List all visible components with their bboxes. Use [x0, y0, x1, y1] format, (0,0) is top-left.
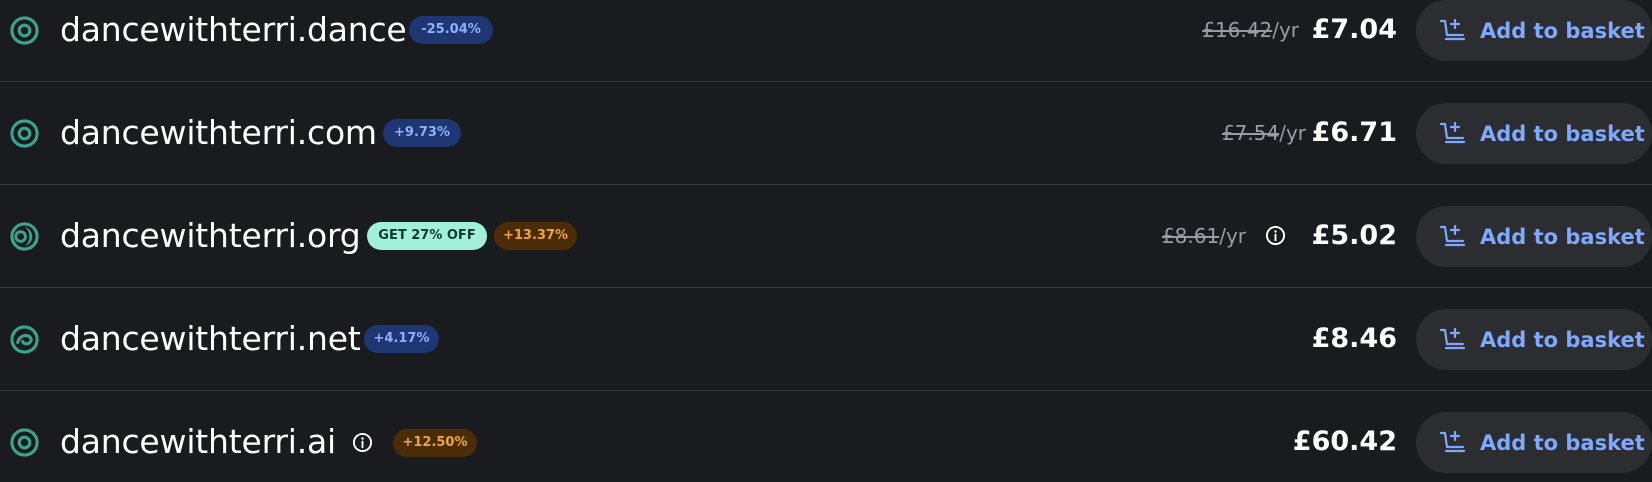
domain-row: dancewithterri.com +9.73% £7.54/yr £6.71…	[0, 82, 1652, 185]
swirl-ring-icon	[10, 325, 39, 354]
price: £6.71	[1311, 117, 1397, 148]
domain-row: dancewithterri.dance -25.04% £16.42/yr £…	[0, 0, 1652, 82]
ring-icon	[10, 16, 39, 45]
basket-add-icon	[1440, 430, 1466, 453]
price: £7.04	[1311, 14, 1397, 45]
crescent-ring-icon	[10, 222, 39, 251]
price-change-badge: -25.04%	[409, 16, 493, 44]
price: £60.42	[1292, 426, 1397, 457]
add-to-basket-label: Add to basket	[1480, 328, 1645, 352]
add-to-basket-button[interactable]: Add to basket	[1416, 309, 1652, 370]
basket-add-icon	[1440, 18, 1466, 41]
basket-add-icon	[1440, 224, 1466, 247]
price-change-badge: +4.17%	[364, 325, 439, 353]
add-to-basket-label: Add to basket	[1480, 225, 1645, 249]
price-change-badge: +12.50%	[393, 429, 477, 457]
ring-icon	[10, 119, 39, 148]
old-price: £8.61/yr	[1161, 224, 1246, 248]
add-to-basket-label: Add to basket	[1480, 19, 1645, 43]
basket-add-icon	[1440, 121, 1466, 144]
add-to-basket-button[interactable]: Add to basket	[1416, 412, 1652, 473]
domain-results-list: dancewithterri.dance -25.04% £16.42/yr £…	[0, 0, 1652, 482]
price-change-badge: +13.37%	[494, 222, 577, 250]
info-icon[interactable]	[352, 432, 373, 453]
price: £8.46	[1311, 323, 1397, 354]
info-icon[interactable]	[1265, 225, 1286, 246]
basket-add-icon	[1440, 327, 1466, 350]
price-change-badge: +9.73%	[383, 119, 461, 147]
domain-row: dancewithterri.net +4.17% £8.46 Add to b…	[0, 288, 1652, 391]
domain-name[interactable]: dancewithterri.com	[60, 113, 377, 153]
domain-name[interactable]: dancewithterri.net	[60, 319, 361, 359]
add-to-basket-label: Add to basket	[1480, 122, 1645, 146]
add-to-basket-button[interactable]: Add to basket	[1416, 103, 1652, 164]
add-to-basket-button[interactable]: Add to basket	[1416, 0, 1652, 61]
price: £5.02	[1311, 220, 1397, 251]
domain-name[interactable]: dancewithterri.ai	[60, 422, 336, 462]
old-price: £7.54/yr	[1221, 121, 1306, 145]
add-to-basket-label: Add to basket	[1480, 431, 1645, 455]
ring-icon	[10, 428, 39, 457]
domain-name[interactable]: dancewithterri.org	[60, 216, 361, 256]
promo-badge: GET 27% OFF	[367, 222, 487, 250]
add-to-basket-button[interactable]: Add to basket	[1416, 206, 1652, 267]
old-price: £16.42/yr	[1202, 18, 1299, 42]
domain-row: dancewithterri.org GET 27% OFF +13.37% £…	[0, 185, 1652, 288]
domain-name[interactable]: dancewithterri.dance	[60, 10, 407, 50]
domain-row: dancewithterri.ai +12.50% £60.42 Add to …	[0, 391, 1652, 482]
